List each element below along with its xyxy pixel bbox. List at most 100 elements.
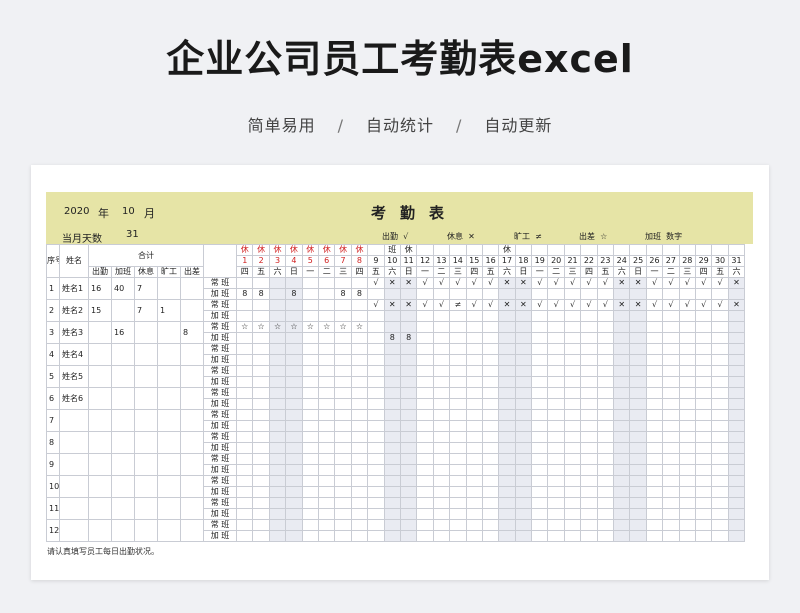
employee-name[interactable]: 姓名4 bbox=[59, 343, 89, 366]
attendance-cell[interactable]: √ bbox=[465, 277, 483, 289]
attendance-cell[interactable] bbox=[711, 519, 729, 531]
attendance-cell[interactable] bbox=[383, 365, 401, 377]
attendance-cell[interactable] bbox=[662, 497, 680, 509]
overtime-cell[interactable] bbox=[694, 310, 713, 322]
overtime-cell[interactable] bbox=[531, 398, 549, 410]
overtime-cell[interactable] bbox=[514, 376, 533, 388]
attendance-cell[interactable] bbox=[694, 519, 713, 531]
attendance-cell[interactable] bbox=[449, 431, 467, 443]
overtime-cell[interactable] bbox=[580, 332, 598, 344]
overtime-cell[interactable] bbox=[383, 398, 401, 410]
overtime-cell[interactable] bbox=[645, 464, 664, 476]
overtime-cell[interactable] bbox=[268, 508, 287, 520]
attendance-cell[interactable] bbox=[252, 365, 270, 377]
attendance-cell[interactable]: √ bbox=[547, 299, 565, 311]
attendance-cell[interactable] bbox=[285, 365, 303, 377]
overtime-cell[interactable] bbox=[399, 464, 418, 476]
employee-total[interactable]: 40 bbox=[111, 277, 135, 300]
overtime-cell[interactable] bbox=[334, 420, 352, 432]
month-value[interactable]: 10 bbox=[122, 206, 135, 217]
overtime-cell[interactable] bbox=[629, 508, 647, 520]
attendance-cell[interactable]: √ bbox=[416, 277, 434, 289]
attendance-cell[interactable]: √ bbox=[367, 277, 385, 289]
overtime-cell[interactable] bbox=[645, 508, 664, 520]
attendance-cell[interactable] bbox=[711, 453, 729, 465]
attendance-cell[interactable] bbox=[465, 519, 483, 531]
attendance-cell[interactable] bbox=[236, 365, 254, 377]
overtime-cell[interactable] bbox=[547, 376, 565, 388]
overtime-cell[interactable] bbox=[432, 310, 451, 322]
overtime-cell[interactable] bbox=[465, 354, 483, 366]
attendance-cell[interactable] bbox=[498, 365, 516, 377]
attendance-cell[interactable] bbox=[613, 497, 631, 509]
attendance-cell[interactable] bbox=[350, 519, 369, 531]
overtime-cell[interactable] bbox=[367, 530, 385, 542]
attendance-cell[interactable] bbox=[350, 497, 369, 509]
overtime-cell[interactable] bbox=[531, 354, 549, 366]
employee-total[interactable] bbox=[111, 519, 135, 542]
overtime-cell[interactable] bbox=[317, 332, 336, 344]
overtime-cell[interactable] bbox=[678, 486, 696, 498]
overtime-cell[interactable] bbox=[416, 332, 434, 344]
attendance-cell[interactable] bbox=[301, 343, 320, 355]
employee-name[interactable]: 姓名6 bbox=[59, 387, 89, 410]
overtime-cell[interactable] bbox=[481, 486, 500, 498]
attendance-cell[interactable] bbox=[563, 475, 582, 487]
overtime-cell[interactable] bbox=[268, 464, 287, 476]
attendance-cell[interactable] bbox=[727, 431, 746, 443]
overtime-cell[interactable] bbox=[694, 354, 713, 366]
overtime-cell[interactable] bbox=[531, 464, 549, 476]
overtime-cell[interactable] bbox=[678, 354, 696, 366]
employee-total[interactable] bbox=[88, 453, 112, 476]
attendance-cell[interactable] bbox=[367, 475, 385, 487]
attendance-cell[interactable] bbox=[678, 387, 696, 399]
attendance-cell[interactable] bbox=[252, 277, 270, 289]
overtime-cell[interactable] bbox=[432, 420, 451, 432]
attendance-cell[interactable] bbox=[481, 431, 500, 443]
attendance-cell[interactable] bbox=[399, 519, 418, 531]
overtime-cell[interactable] bbox=[285, 376, 303, 388]
attendance-cell[interactable] bbox=[268, 409, 287, 421]
employee-total[interactable] bbox=[88, 431, 112, 454]
attendance-cell[interactable] bbox=[531, 453, 549, 465]
attendance-cell[interactable] bbox=[449, 321, 467, 333]
attendance-cell[interactable] bbox=[236, 453, 254, 465]
employee-total[interactable] bbox=[179, 519, 205, 542]
attendance-cell[interactable] bbox=[531, 475, 549, 487]
attendance-cell[interactable] bbox=[580, 475, 598, 487]
overtime-cell[interactable] bbox=[481, 398, 500, 410]
overtime-cell[interactable] bbox=[645, 442, 664, 454]
attendance-cell[interactable] bbox=[334, 453, 352, 465]
attendance-cell[interactable]: √ bbox=[580, 277, 598, 289]
attendance-cell[interactable] bbox=[268, 387, 287, 399]
attendance-cell[interactable] bbox=[301, 431, 320, 443]
attendance-cell[interactable] bbox=[645, 343, 664, 355]
attendance-cell[interactable] bbox=[383, 475, 401, 487]
overtime-cell[interactable] bbox=[236, 398, 254, 410]
attendance-cell[interactable] bbox=[285, 343, 303, 355]
employee-total[interactable] bbox=[134, 453, 158, 476]
attendance-cell[interactable] bbox=[268, 475, 287, 487]
attendance-cell[interactable]: √ bbox=[711, 299, 729, 311]
overtime-cell[interactable] bbox=[432, 508, 451, 520]
overtime-cell[interactable] bbox=[399, 376, 418, 388]
attendance-cell[interactable] bbox=[678, 409, 696, 421]
attendance-cell[interactable] bbox=[613, 321, 631, 333]
overtime-cell[interactable] bbox=[514, 398, 533, 410]
overtime-cell[interactable] bbox=[531, 420, 549, 432]
overtime-cell[interactable] bbox=[317, 530, 336, 542]
attendance-cell[interactable] bbox=[580, 343, 598, 355]
overtime-cell[interactable]: 8 bbox=[334, 288, 352, 300]
overtime-cell[interactable] bbox=[317, 508, 336, 520]
overtime-cell[interactable] bbox=[727, 508, 746, 520]
attendance-cell[interactable] bbox=[481, 519, 500, 531]
attendance-cell[interactable] bbox=[645, 519, 664, 531]
overtime-cell[interactable] bbox=[399, 420, 418, 432]
attendance-cell[interactable]: ☆ bbox=[350, 321, 369, 333]
overtime-cell[interactable] bbox=[367, 464, 385, 476]
attendance-cell[interactable] bbox=[727, 453, 746, 465]
attendance-cell[interactable]: √ bbox=[694, 277, 713, 289]
overtime-cell[interactable] bbox=[416, 442, 434, 454]
overtime-cell[interactable] bbox=[252, 310, 270, 322]
overtime-cell[interactable] bbox=[481, 310, 500, 322]
